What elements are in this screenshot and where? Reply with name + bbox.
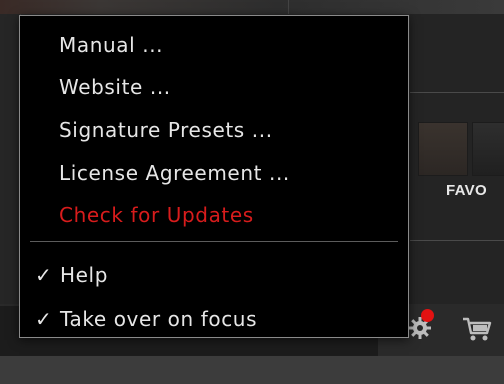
menu-item-website[interactable]: Website ...: [20, 66, 408, 106]
favorites-tile[interactable]: [472, 122, 504, 176]
menu-item-manual[interactable]: Manual ...: [20, 24, 408, 64]
shopping-cart-icon[interactable]: [462, 316, 492, 342]
background-divider: [410, 92, 504, 93]
favorites-tile[interactable]: [418, 122, 468, 176]
menu-item-label: Help: [60, 263, 108, 287]
menu-item-license-agreement[interactable]: License Agreement ...: [20, 152, 408, 192]
menu-item-label: Website ...: [59, 75, 171, 99]
background-left-panel: [0, 14, 21, 324]
menu-item-label: Signature Presets ...: [59, 118, 273, 142]
menu-item-check-for-updates[interactable]: Check for Updates: [20, 194, 408, 234]
menu-item-label: Check for Updates: [59, 203, 254, 227]
checkmark-icon: ✓: [35, 307, 52, 331]
background-top-strip: [0, 0, 504, 14]
background-divider: [288, 0, 289, 14]
menu-item-help-toggle[interactable]: ✓ Help: [20, 254, 408, 294]
menu-separator: [30, 241, 398, 242]
background-divider: [410, 240, 504, 241]
checkmark-icon: ✓: [35, 263, 52, 287]
favorites-label: FAVO: [446, 182, 487, 199]
menu-item-label: Take over on focus: [60, 307, 258, 331]
menu-item-take-over-on-focus-toggle[interactable]: ✓ Take over on focus: [20, 298, 408, 338]
notification-dot-icon: [421, 309, 434, 322]
app-window: FAVO Manual ... Website ... Signature Pr…: [0, 0, 504, 384]
settings-context-menu: Manual ... Website ... Signature Presets…: [19, 15, 409, 338]
menu-item-signature-presets[interactable]: Signature Presets ...: [20, 109, 408, 149]
menu-item-label: License Agreement ...: [59, 161, 290, 185]
bottom-status-strip: [0, 356, 504, 384]
menu-item-label: Manual ...: [59, 33, 164, 57]
